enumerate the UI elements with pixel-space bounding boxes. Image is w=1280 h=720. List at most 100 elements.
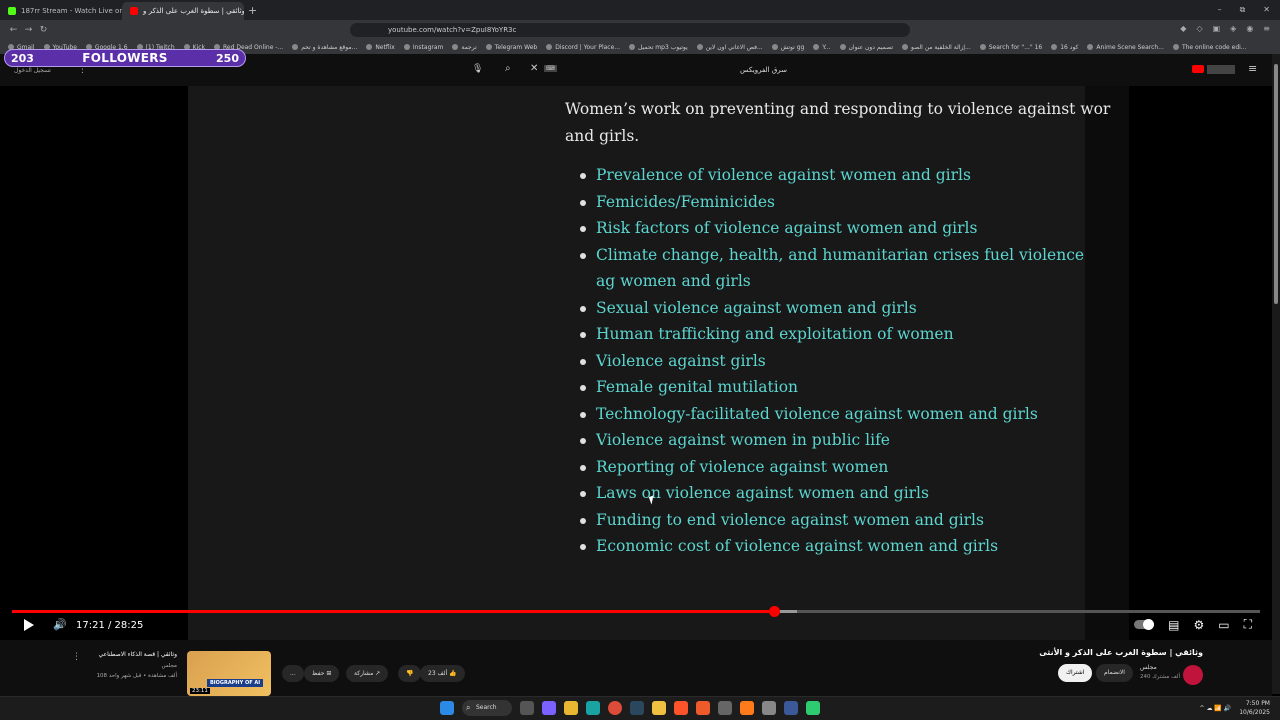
microphone-icon[interactable]: 🎙	[472, 64, 483, 74]
topic-link[interactable]: Violence against girls	[565, 348, 1085, 375]
close-window-button[interactable]: ✕	[1263, 5, 1270, 15]
search-input[interactable]: سرق الفرويكس	[740, 66, 787, 74]
sign-in-link[interactable]: تسجيل الدخول	[14, 67, 51, 74]
more-actions-button[interactable]: ...	[282, 665, 304, 682]
topic-link[interactable]: Economic cost of violence against women …	[565, 533, 1085, 560]
youtube-logo[interactable]	[1207, 65, 1235, 74]
sidebar-icon[interactable]: ▣	[1213, 24, 1221, 33]
related-video-thumbnail[interactable]: BIOGRAPHY OF AI 23:11	[187, 651, 271, 696]
channel-name[interactable]: مجلس	[1140, 664, 1157, 671]
vpn-icon[interactable]: ◉	[1246, 24, 1253, 33]
bookmark-item[interactable]: توتش gg	[771, 44, 804, 51]
youtube-logo-icon[interactable]	[1192, 65, 1204, 73]
clear-search-icon[interactable]: ✕	[530, 63, 538, 74]
topic-link[interactable]: Violence against women in public life	[565, 427, 1085, 454]
app-icon[interactable]	[740, 701, 754, 715]
bookmark-item[interactable]: تصميم دون عنوان	[839, 44, 893, 51]
topic-link[interactable]: Climate change, health, and humanitarian…	[565, 242, 1085, 295]
scrollbar-thumb[interactable]	[1274, 64, 1278, 304]
volume-icon[interactable]: 🔊	[53, 618, 67, 631]
url-field[interactable]: youtube.com/watch?v=ZpuI8YoYR3c	[350, 23, 910, 37]
bookmark-item[interactable]: Instagram	[403, 44, 443, 51]
topic-link[interactable]: Risk factors of violence against women a…	[565, 215, 1085, 242]
new-tab-button[interactable]: +	[248, 4, 257, 17]
browser-tab-youtube[interactable]: وثائقي | سطوة الغرب على الذكر و ✕	[122, 2, 244, 20]
task-view-icon[interactable]	[520, 701, 534, 715]
theater-mode-icon[interactable]: ▭	[1218, 618, 1229, 632]
topic-link[interactable]: Female genital mutilation	[565, 374, 1085, 401]
bookmark-item[interactable]: Discord | Your Place...	[546, 44, 620, 51]
menu-icon[interactable]: ≡	[1263, 24, 1270, 33]
related-channel-name[interactable]: مجلس	[162, 663, 177, 669]
fullscreen-icon[interactable]: ⛶	[1244, 617, 1252, 632]
topic-link[interactable]: Femicides/Feminicides	[565, 189, 1085, 216]
related-video-title[interactable]: وثائقي | قصة الذكاء الاصطناعي	[98, 651, 177, 658]
bookmark-item[interactable]: كود 16	[1051, 44, 1078, 51]
autoplay-toggle[interactable]	[1134, 619, 1155, 630]
progress-bar[interactable]	[12, 606, 1260, 617]
topic-link[interactable]: Laws on violence against women and girls	[565, 480, 1085, 507]
topic-link[interactable]: Sexual violence against women and girls	[565, 295, 1085, 322]
steam-icon[interactable]	[630, 701, 644, 715]
page-scrollbar[interactable]	[1272, 54, 1280, 694]
minimize-button[interactable]: –	[1218, 5, 1222, 15]
topic-link[interactable]: Prevalence of violence against women and…	[565, 162, 1085, 189]
subscribe-button[interactable]: اشتراك	[1058, 664, 1093, 682]
app-icon[interactable]	[652, 701, 666, 715]
app-icon[interactable]	[806, 701, 820, 715]
app-icon[interactable]	[696, 701, 710, 715]
share-button[interactable]: مشاركة ↗	[346, 665, 389, 682]
search-icon[interactable]: ⌕	[505, 63, 511, 74]
topic-link[interactable]: Funding to end violence against women an…	[565, 507, 1085, 534]
brave-icon[interactable]	[674, 701, 688, 715]
bookmark-item[interactable]: موقع مشاهدة و تحم...	[292, 44, 357, 51]
app-icon[interactable]	[762, 701, 776, 715]
video-player[interactable]: Women’s work on preventing and respondin…	[0, 86, 1272, 640]
bookmark-favicon-icon	[979, 44, 986, 50]
bookmark-item[interactable]: فص الاغاني اون لاين...	[696, 44, 763, 51]
clock-time: 7:50 PM	[1245, 700, 1270, 707]
play-icon[interactable]	[24, 619, 34, 631]
keyboard-icon[interactable]: ⌨	[544, 65, 557, 72]
channel-avatar[interactable]	[1183, 665, 1203, 685]
topic-link[interactable]: Human trafficking and exploitation of wo…	[565, 321, 1085, 348]
wallet-icon[interactable]: ◈	[1230, 24, 1236, 33]
browser-tab-kick[interactable]: 187rr Stream - Watch Live on Kick	[0, 2, 122, 20]
subtitles-icon[interactable]: ▤	[1168, 618, 1179, 632]
bookmark-item[interactable]: Netflix	[366, 44, 395, 51]
bookmark-item[interactable]: إزالة الخلفية من الصو...	[902, 44, 971, 51]
maximize-button[interactable]: ⧉	[1240, 5, 1246, 15]
dislike-button[interactable]: 👎	[398, 665, 422, 682]
app-icon[interactable]	[718, 701, 732, 715]
hamburger-menu-icon[interactable]: ≡	[1248, 62, 1257, 75]
bookmark-favicon-icon	[696, 44, 703, 50]
back-icon[interactable]: ←	[6, 25, 21, 35]
bookmark-item[interactable]: Y...	[813, 44, 831, 51]
extension-icon[interactable]: ◇	[1196, 24, 1202, 33]
bookmark-item[interactable]: ترجمة	[452, 44, 477, 51]
tray-icons[interactable]: ^ ☁ 📶 🔊	[1200, 705, 1232, 712]
forward-icon[interactable]: →	[21, 25, 36, 35]
chrome-icon[interactable]	[608, 701, 622, 715]
join-button[interactable]: الانضمام	[1096, 664, 1133, 682]
save-button[interactable]: حفظ ⊞	[304, 665, 340, 682]
extension-icon[interactable]: ◆	[1180, 24, 1186, 33]
clock[interactable]: 7:50 PM 10/6/2025	[1239, 699, 1270, 717]
copilot-icon[interactable]	[542, 701, 556, 715]
topic-link[interactable]: Technology-facilitated violence against …	[565, 401, 1085, 428]
bookmark-item[interactable]: Telegram Web	[485, 44, 537, 51]
reload-icon[interactable]: ↻	[36, 25, 51, 35]
file-explorer-icon[interactable]	[564, 701, 578, 715]
bookmark-item[interactable]: تحميل mp3 يوتيوب	[629, 44, 688, 51]
related-menu-icon[interactable]: ⋮	[72, 652, 81, 662]
app-icon[interactable]	[784, 701, 798, 715]
bookmark-item[interactable]: Search for "..." 16	[979, 44, 1042, 51]
taskbar-search[interactable]: Search	[462, 700, 512, 716]
windows-start-icon[interactable]	[440, 701, 454, 715]
bookmark-item[interactable]: Anime Scene Search...	[1087, 44, 1164, 51]
settings-gear-icon[interactable]: ⚙	[1193, 618, 1204, 632]
bookmark-item[interactable]: The online code edi...	[1172, 44, 1247, 51]
topic-link[interactable]: Reporting of violence against women	[565, 454, 1085, 481]
edge-icon[interactable]	[586, 701, 600, 715]
like-button[interactable]: 23 ألف 👍	[420, 665, 465, 682]
